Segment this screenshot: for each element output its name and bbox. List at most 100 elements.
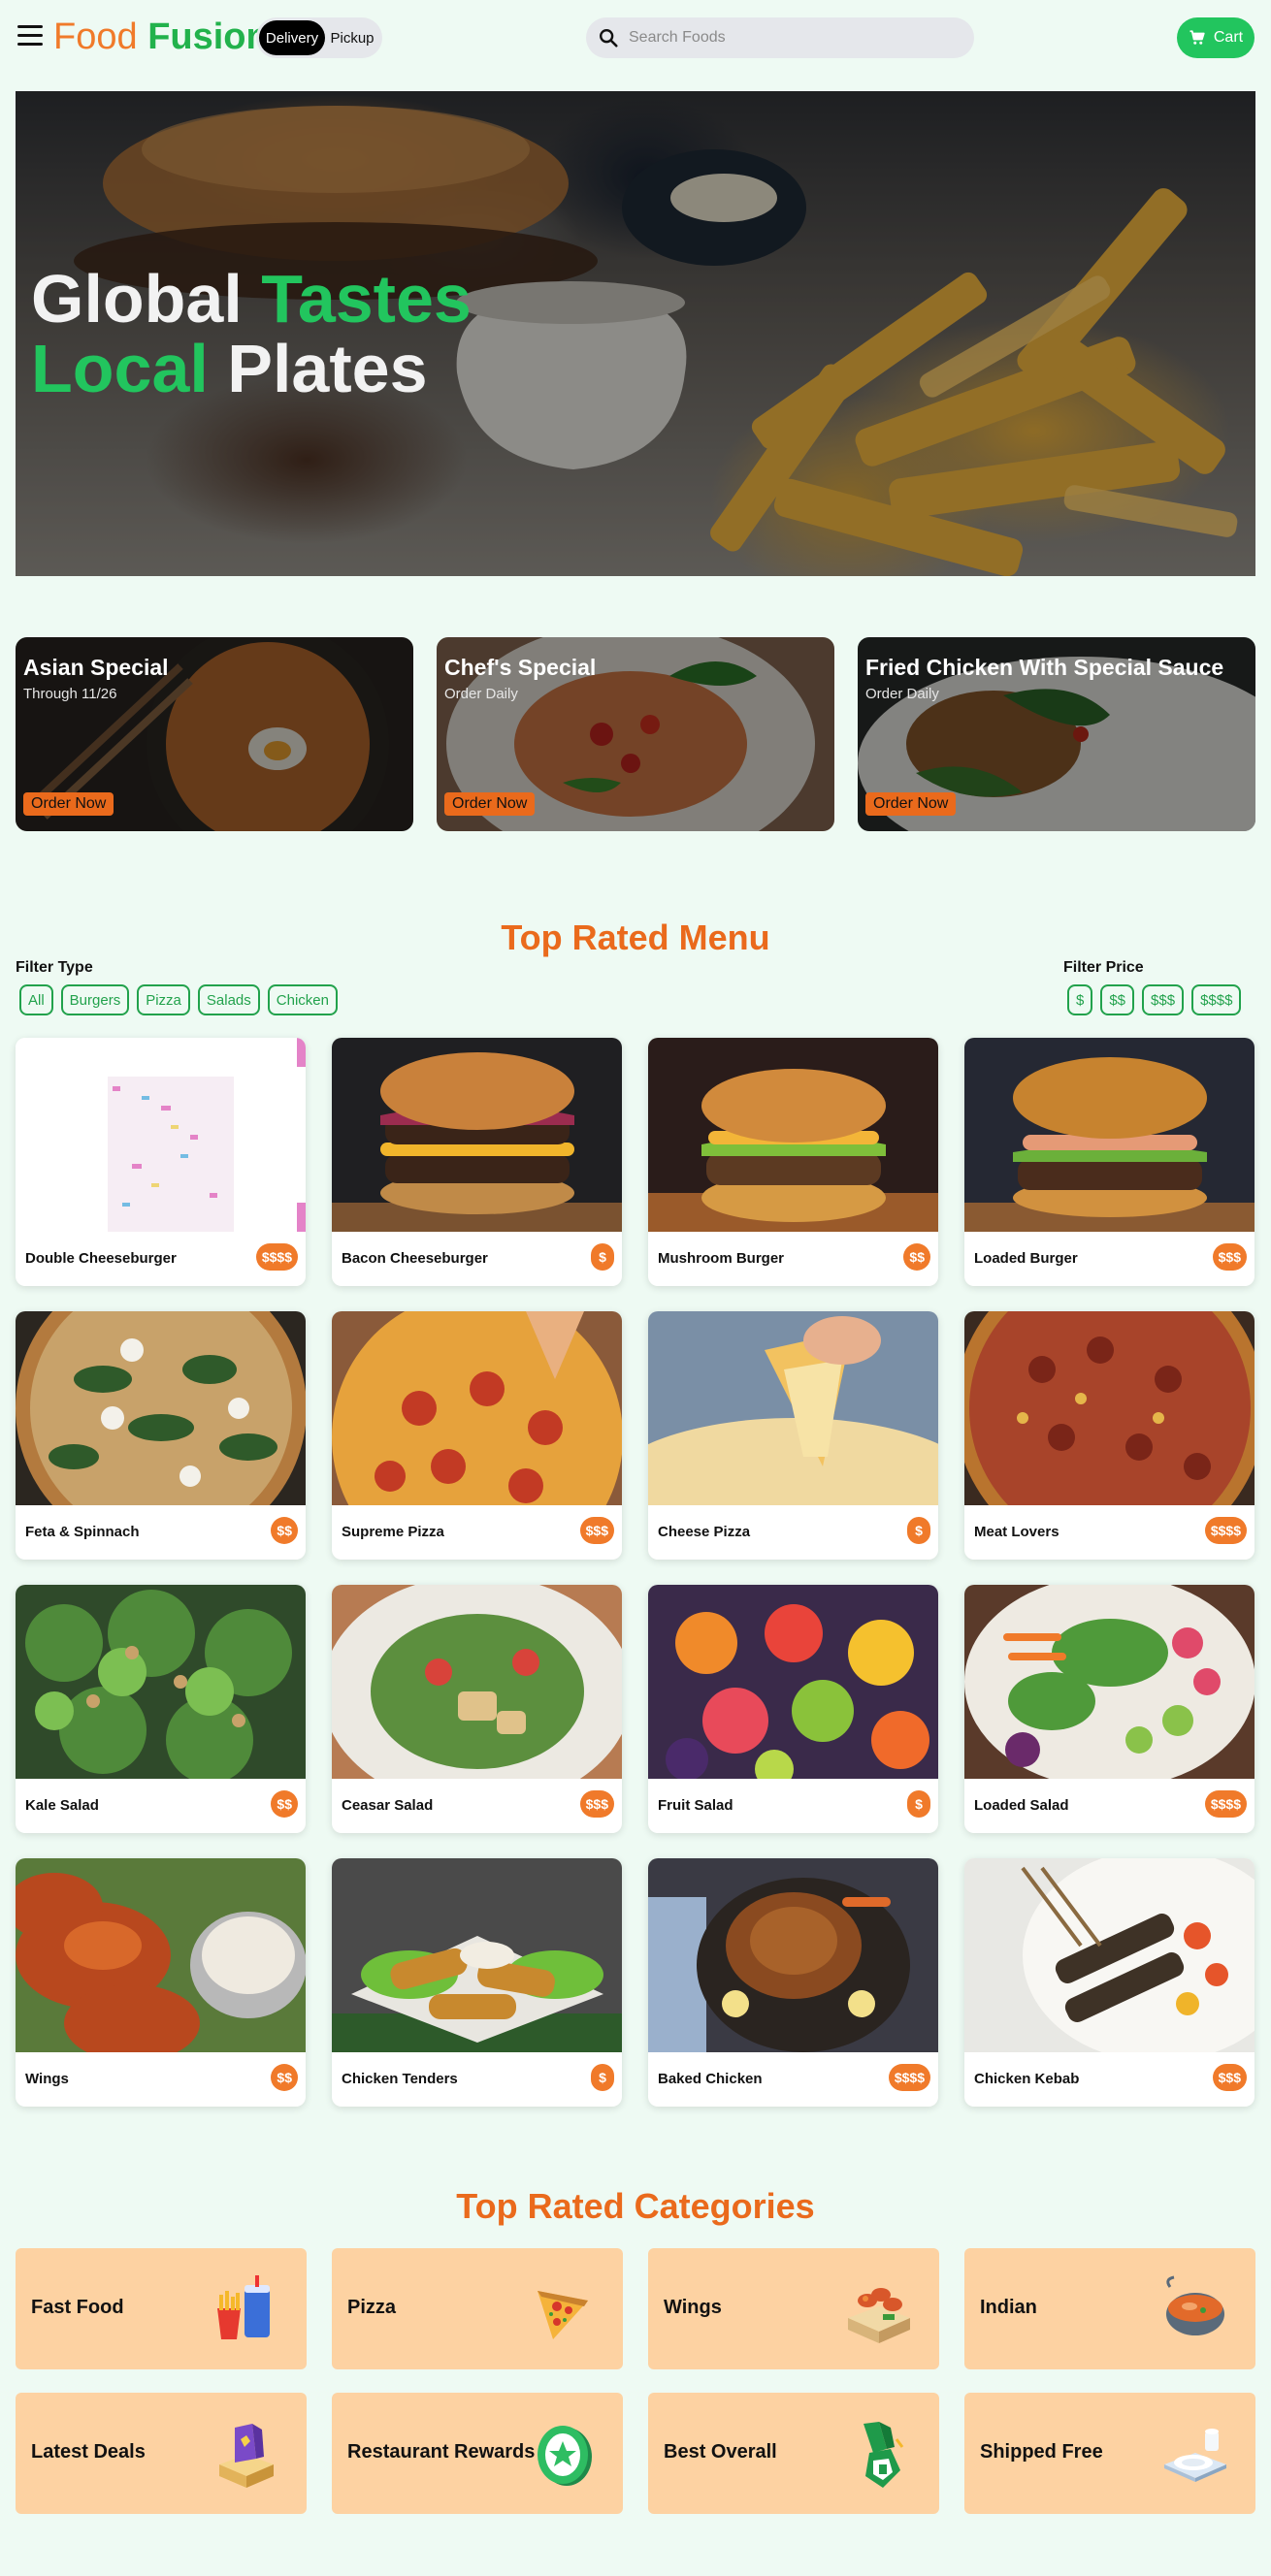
menu-item-name: Baked Chicken: [658, 2071, 763, 2087]
category-label: Best Overall: [664, 2441, 777, 2463]
shipped-free-icon: [1164, 2429, 1226, 2482]
order-now-button[interactable]: Order Now: [865, 792, 957, 816]
mushroom-burger-image: [648, 1038, 938, 1232]
menu-card[interactable]: Double Cheeseburger $$$$: [16, 1038, 306, 1286]
menu-card[interactable]: Baked Chicken $$$$: [648, 1858, 938, 2107]
menu-item-name: Double Cheeseburger: [25, 1250, 177, 1267]
category-best-overall[interactable]: Best Overall: [648, 2393, 939, 2514]
hamburger-menu-icon[interactable]: [17, 25, 43, 48]
bacon-cheeseburger-image: [332, 1038, 622, 1232]
hero-word-global: Global: [31, 261, 243, 337]
category-restaurant-rewards[interactable]: Restaurant Rewards: [332, 2393, 623, 2514]
menu-item-name: Supreme Pizza: [342, 1524, 444, 1540]
order-now-button[interactable]: Order Now: [23, 792, 114, 816]
price-badge: $$$: [1212, 2064, 1247, 2091]
menu-item-name: Chicken Kebab: [974, 2071, 1080, 2087]
special-title: Fried Chicken With Special Sauce: [865, 655, 1224, 680]
price-badge: $$$$: [1204, 1790, 1247, 1818]
menu-card[interactable]: Bacon Cheeseburger $: [332, 1038, 622, 1286]
price-badge: $$: [903, 1243, 930, 1271]
price-badge: $$$: [1212, 1243, 1247, 1271]
menu-card[interactable]: Kale Salad $$: [16, 1585, 306, 1833]
menu-card[interactable]: Loaded Salad $$$$: [964, 1585, 1255, 1833]
special-subtitle: Through 11/26: [23, 686, 117, 702]
brand-part-2: Fusion: [147, 16, 269, 57]
search-input[interactable]: [629, 29, 949, 47]
category-fast-food[interactable]: Fast Food: [16, 2248, 307, 2369]
menu-item-name: Feta & Spinnach: [25, 1524, 140, 1540]
filter-pizza-button[interactable]: Pizza: [137, 984, 190, 1015]
category-label: Pizza: [347, 2297, 397, 2318]
special-card-fried-chicken[interactable]: Fried Chicken With Special Sauce Order D…: [858, 637, 1255, 831]
price-badge: $$$: [579, 1517, 614, 1544]
filter-price-2-button[interactable]: $$: [1100, 984, 1135, 1015]
menu-card[interactable]: Fruit Salad $: [648, 1585, 938, 1833]
hero-headline: Global Tastes Local Plates: [31, 264, 472, 403]
kale-salad-image: [16, 1585, 306, 1784]
chicken-kebab-image: [964, 1858, 1255, 2062]
menu-item-name: Meat Lovers: [974, 1524, 1059, 1540]
order-now-button[interactable]: Order Now: [444, 792, 536, 816]
price-badge: $$$$: [888, 2064, 930, 2091]
menu-card[interactable]: Cheese Pizza $: [648, 1311, 938, 1560]
cart-button[interactable]: Cart: [1177, 17, 1255, 58]
wings-image: [16, 1858, 306, 2062]
hero-word-plates: Plates: [227, 331, 428, 406]
category-latest-deals[interactable]: Latest Deals: [16, 2393, 307, 2514]
delivery-option[interactable]: Delivery: [259, 20, 325, 55]
filter-chicken-button[interactable]: Chicken: [267, 984, 338, 1015]
price-badge: $: [907, 1790, 930, 1818]
menu-item-name: Cheese Pizza: [658, 1524, 751, 1540]
top-rated-menu-title: Top Rated Menu: [501, 918, 770, 957]
best-overall-icon: [864, 2422, 904, 2488]
wings-icon: [848, 2288, 910, 2343]
cart-icon: [1190, 30, 1205, 45]
supreme-pizza-image: [332, 1311, 622, 1560]
category-wings[interactable]: Wings: [648, 2248, 939, 2369]
filter-price-3-button[interactable]: $$$: [1142, 984, 1185, 1015]
filter-price-group: $ $$ $$$ $$$$: [1067, 984, 1242, 1015]
price-badge: $: [907, 1517, 930, 1544]
brand-logo[interactable]: Food Fusion: [53, 16, 269, 58]
menu-card[interactable]: Feta & Spinnach $$: [16, 1311, 306, 1560]
special-title: Asian Special: [23, 655, 169, 680]
price-badge: $$: [271, 2064, 298, 2091]
menu-card[interactable]: Supreme Pizza $$$: [332, 1311, 622, 1560]
price-badge: $$$: [579, 1790, 614, 1818]
double-cheeseburger-image: [16, 1038, 306, 1232]
category-label: Wings: [664, 2297, 722, 2318]
menu-card[interactable]: Chicken Tenders $: [332, 1858, 622, 2107]
menu-item-name: Kale Salad: [25, 1797, 99, 1814]
price-badge: $$$$: [1204, 1517, 1247, 1544]
filter-all-button[interactable]: All: [19, 984, 53, 1015]
menu-card[interactable]: Mushroom Burger $$: [648, 1038, 938, 1286]
menu-card[interactable]: Ceasar Salad $$$: [332, 1585, 622, 1833]
pickup-option[interactable]: Pickup: [325, 20, 379, 55]
hero-banner: Global Tastes Local Plates: [16, 91, 1255, 576]
fast-food-icon: [217, 2275, 270, 2339]
category-shipped-free[interactable]: Shipped Free: [964, 2393, 1255, 2514]
menu-card[interactable]: Loaded Burger $$$: [964, 1038, 1255, 1286]
special-card-asian[interactable]: Asian Special Through 11/26 Order Now: [16, 637, 413, 831]
filter-price-4-button[interactable]: $$$$: [1191, 984, 1242, 1015]
filter-type-label: Filter Type: [16, 959, 93, 976]
pizza-icon: [538, 2291, 588, 2339]
rewards-icon: [538, 2426, 592, 2486]
special-subtitle: Order Daily: [444, 686, 518, 702]
menu-item-name: Loaded Salad: [974, 1797, 1069, 1814]
menu-card[interactable]: Meat Lovers $$$$: [964, 1311, 1255, 1560]
cheese-pizza-image: [648, 1311, 938, 1560]
category-indian[interactable]: Indian: [964, 2248, 1255, 2369]
category-label: Latest Deals: [31, 2441, 146, 2463]
special-card-chef[interactable]: Chef's Special Order Daily Order Now: [437, 637, 834, 831]
hero-word-local: Local: [31, 331, 209, 406]
menu-item-name: Fruit Salad: [658, 1797, 733, 1814]
filter-price-1-button[interactable]: $: [1067, 984, 1093, 1015]
top-rated-categories-title: Top Rated Categories: [456, 2186, 815, 2226]
filter-salads-button[interactable]: Salads: [197, 984, 260, 1015]
category-pizza[interactable]: Pizza: [332, 2248, 623, 2369]
filter-burgers-button[interactable]: Burgers: [60, 984, 130, 1015]
menu-item-name: Mushroom Burger: [658, 1250, 785, 1267]
menu-card[interactable]: Wings $$: [16, 1858, 306, 2107]
menu-card[interactable]: Chicken Kebab $$$: [964, 1858, 1255, 2107]
